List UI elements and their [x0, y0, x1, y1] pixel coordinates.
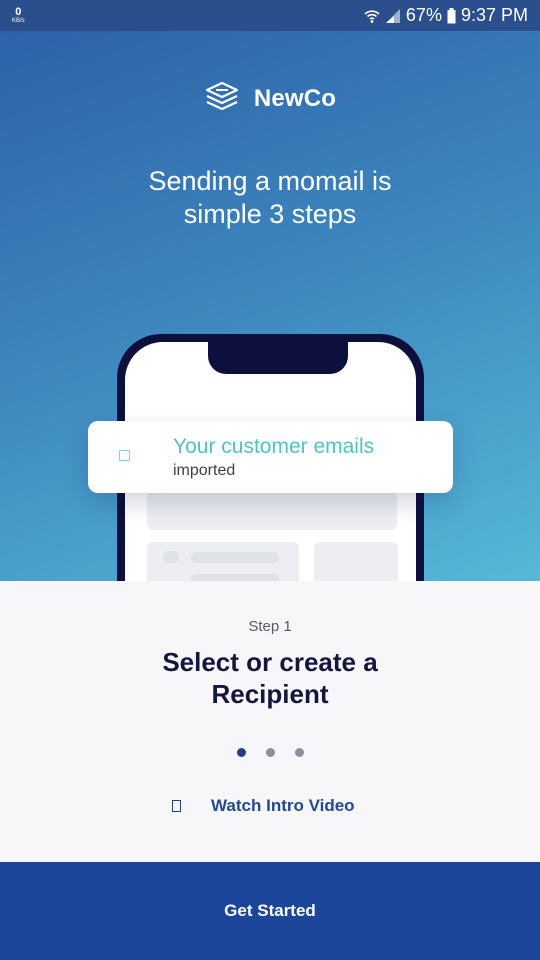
signal-icon	[385, 8, 401, 24]
watch-intro-video-label: Watch Intro Video	[211, 796, 355, 815]
step-title: Select or create a Recipient	[70, 646, 470, 710]
skeleton-block	[147, 490, 397, 530]
status-bar: 0 KB/s 67% 9:37 PM	[0, 0, 540, 31]
wifi-icon	[364, 8, 380, 24]
skeleton-avatar	[163, 551, 179, 563]
page-dot-1[interactable]	[236, 748, 246, 757]
headline-line-2: simple 3 steps	[183, 199, 357, 229]
get-started-button[interactable]: Get Started	[0, 862, 540, 960]
imported-emails-card: Your customer emails imported	[88, 421, 453, 493]
card-subtitle: imported	[173, 462, 236, 479]
step-title-line-1: Select or create a	[162, 647, 378, 677]
clock: 9:37 PM	[460, 5, 528, 25]
status-indicators: 67% 9:37 PM	[364, 5, 528, 26]
checkbox-icon	[119, 450, 130, 461]
skeleton-line	[191, 552, 279, 563]
brand: NewCo	[0, 81, 540, 116]
play-icon	[172, 800, 181, 812]
stacked-layers-icon	[204, 81, 240, 116]
headline-line-1: Sending a momail is	[148, 166, 392, 196]
page-dot-3[interactable]	[294, 748, 304, 757]
step-title-line-2: Recipient	[211, 679, 329, 709]
skeleton-block	[314, 542, 398, 581]
network-speed: 0 KB/s	[12, 6, 25, 25]
headline: Sending a momail is simple 3 steps	[70, 165, 470, 231]
watch-intro-video-link[interactable]: Watch Intro Video	[172, 796, 355, 816]
get-started-label: Get Started	[224, 901, 316, 920]
phone-notch	[208, 342, 348, 374]
step-label: Step 1	[248, 618, 292, 635]
page-indicator	[0, 748, 540, 757]
network-speed-value: 0	[15, 6, 22, 18]
brand-name: NewCo	[253, 84, 337, 112]
card-title: Your customer emails	[173, 435, 375, 458]
battery-percent: 67%	[405, 5, 442, 25]
skeleton-line	[191, 574, 279, 581]
page-dot-2[interactable]	[265, 748, 275, 757]
network-speed-unit: KB/s	[12, 18, 25, 24]
hero-section: NewCo Sending a momail is simple 3 steps…	[0, 31, 540, 581]
battery-icon	[447, 7, 456, 24]
